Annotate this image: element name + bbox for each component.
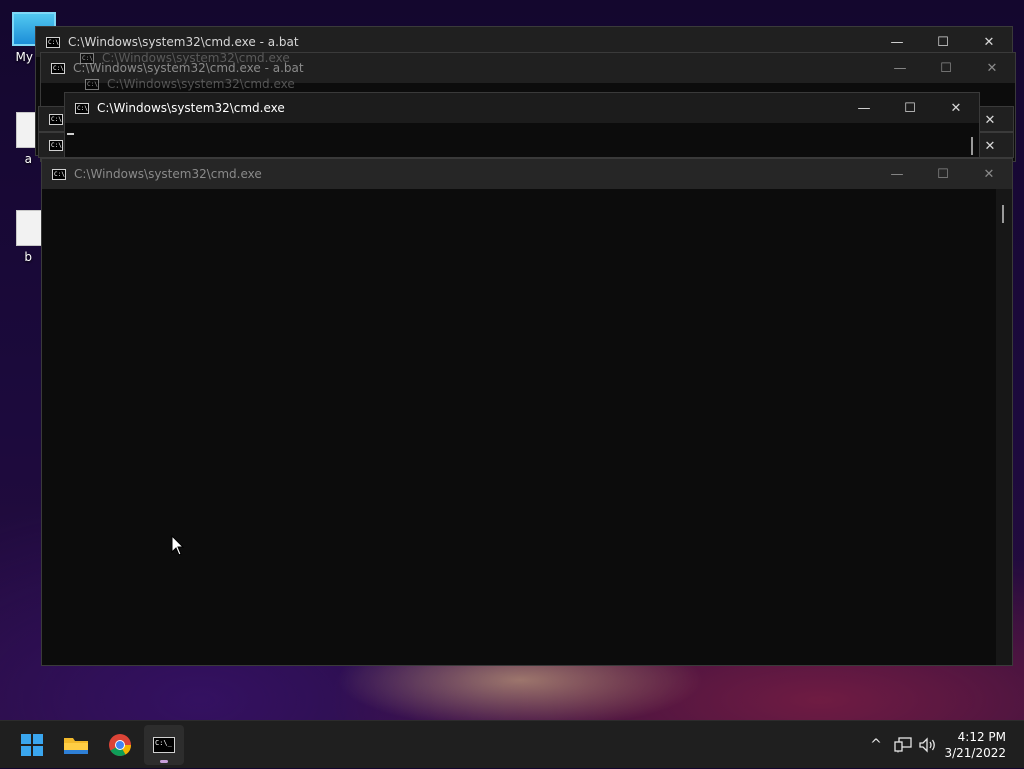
cmd-icon: C:\: [49, 114, 63, 125]
title-bar[interactable]: C:\ C:\Windows\system32\cmd.exe — ☐ ✕: [42, 159, 1012, 189]
show-hidden-icons-chevron-icon[interactable]: ^: [866, 737, 886, 753]
file-explorer-icon: [64, 738, 88, 754]
chrome-button[interactable]: [100, 725, 140, 765]
close-button[interactable]: ✕: [969, 53, 1015, 83]
cmd-icon: C:\: [46, 36, 60, 48]
window-title: C:\Windows\system32\cmd.exe: [107, 77, 295, 91]
console-area[interactable]: [42, 189, 996, 665]
cmd-icon: C:\_: [153, 737, 175, 753]
clock[interactable]: 4:12 PM 3/21/2022: [944, 729, 1006, 761]
title-bar[interactable]: C:\ C:\Windows\system32\cmd.exe — ☐ ✕: [65, 93, 979, 123]
clock-time: 4:12 PM: [957, 730, 1006, 744]
chrome-icon: [109, 734, 131, 756]
scrollbar[interactable]: [1002, 205, 1004, 223]
taskbar: C:\_ ^ 4:12 PM 3/21/2022: [0, 720, 1024, 768]
file-explorer-button[interactable]: [56, 725, 96, 765]
cmd-icon: C:\: [49, 140, 63, 151]
file-icon: [16, 210, 44, 246]
window-title: C:\Windows\system32\cmd.exe - a.bat: [68, 35, 299, 49]
text-cursor: [67, 133, 74, 135]
cmd-icon: C:\: [80, 52, 94, 64]
window-title: C:\Windows\system32\cmd.exe: [97, 101, 285, 115]
cmd-icon: C:\: [85, 78, 99, 90]
window-title: C:\Windows\system32\cmd.exe: [74, 167, 262, 181]
mouse-pointer-icon: [171, 535, 185, 556]
start-icon: [21, 734, 43, 756]
close-button[interactable]: ✕: [966, 159, 1012, 189]
scrollbar[interactable]: [971, 137, 973, 155]
maximize-button[interactable]: ☐: [887, 93, 933, 123]
start-button[interactable]: [12, 725, 52, 765]
running-indicator: [160, 760, 168, 763]
minimize-button[interactable]: —: [874, 159, 920, 189]
cmd-taskbar-button[interactable]: C:\_: [144, 725, 184, 765]
cmd-icon: C:\: [75, 102, 89, 114]
cmd-icon: C:\: [52, 168, 66, 180]
title-bar[interactable]: C:\ C:\Windows\system32\cmd.exe: [75, 74, 975, 94]
cmd-icon: C:\: [51, 62, 65, 74]
scrollbar-track[interactable]: [996, 189, 1012, 665]
window-title: C:\Windows\system32\cmd.exe: [102, 51, 290, 65]
title-bar[interactable]: C:\ C:\Windows\system32\cmd.exe: [70, 48, 970, 68]
minimize-button[interactable]: —: [841, 93, 887, 123]
close-button[interactable]: ✕: [933, 93, 979, 123]
clock-date: 3/21/2022: [944, 746, 1006, 760]
network-icon[interactable]: [894, 737, 912, 753]
cmd-window-front[interactable]: C:\ C:\Windows\system32\cmd.exe — ☐ ✕: [41, 158, 1013, 666]
cmd-window-middle[interactable]: C:\ C:\Windows\system32\cmd.exe — ☐ ✕: [64, 92, 980, 158]
speaker-icon[interactable]: [918, 737, 938, 753]
maximize-button[interactable]: ☐: [920, 159, 966, 189]
